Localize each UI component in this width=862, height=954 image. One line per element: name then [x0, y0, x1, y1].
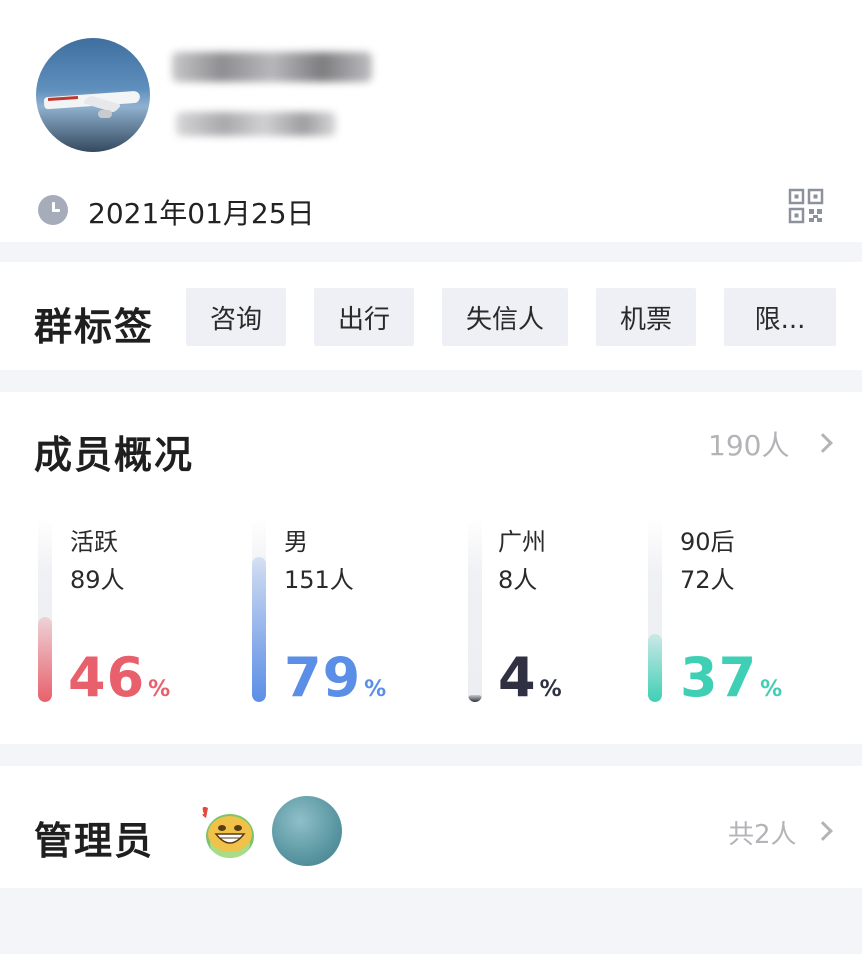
member-overview-title: 成员概况	[34, 433, 195, 477]
tag-chip[interactable]: 机票	[596, 288, 696, 346]
admins-count[interactable]: 共2人	[728, 814, 797, 851]
stat-count: 89人	[70, 566, 125, 594]
stat-percent: 46%	[68, 646, 171, 709]
stat-bar-fill	[38, 617, 52, 702]
stat-percent-unit: %	[760, 677, 784, 702]
stat-percent-unit: %	[148, 677, 172, 702]
stat-label: 90后	[680, 528, 735, 556]
clock-icon	[38, 195, 68, 225]
created-date: 2021年01月25日	[88, 197, 315, 230]
stat-percent: 37%	[680, 646, 783, 709]
stat-percent-value: 46	[68, 646, 146, 709]
stat-bar-fill	[648, 633, 662, 702]
stat-percent-value: 37	[680, 646, 758, 709]
stat-bar-fill	[252, 556, 266, 702]
admin-avatar[interactable]	[198, 800, 262, 864]
group-name-redacted	[172, 52, 372, 82]
stat-percent-value: 4	[498, 646, 537, 709]
stat-label: 男	[284, 528, 308, 556]
stat-label: 活跃	[70, 528, 118, 556]
stat-bar-city	[468, 518, 482, 702]
stat-percent-unit: %	[364, 677, 388, 702]
admin-avatar[interactable]	[272, 796, 342, 866]
member-total-count[interactable]: 190人	[708, 424, 789, 464]
qr-code-icon[interactable]	[788, 188, 824, 224]
tag-chip[interactable]: 咨询	[186, 288, 286, 346]
admins-title: 管理员	[34, 819, 155, 863]
stat-count: 72人	[680, 566, 735, 594]
stat-count: 8人	[498, 566, 538, 594]
stat-percent: 4%	[498, 646, 563, 709]
stat-count: 151人	[284, 566, 354, 594]
group-id-redacted	[176, 112, 336, 136]
stat-label: 广州	[498, 528, 546, 556]
stat-bar-active	[38, 518, 52, 702]
stat-percent: 79%	[284, 646, 387, 709]
stat-bar-male	[252, 518, 266, 702]
group-tags-title: 群标签	[34, 305, 155, 349]
tag-chip[interactable]: 限...	[724, 288, 836, 346]
stat-percent-unit: %	[539, 677, 563, 702]
group-avatar[interactable]	[36, 38, 150, 152]
airplane-engine	[98, 110, 112, 118]
stat-bar-age	[648, 518, 662, 702]
stat-bar-fill	[468, 694, 482, 702]
tag-chip[interactable]: 失信人	[442, 288, 568, 346]
stat-percent-value: 79	[284, 646, 362, 709]
tag-chip[interactable]: 出行	[314, 288, 414, 346]
